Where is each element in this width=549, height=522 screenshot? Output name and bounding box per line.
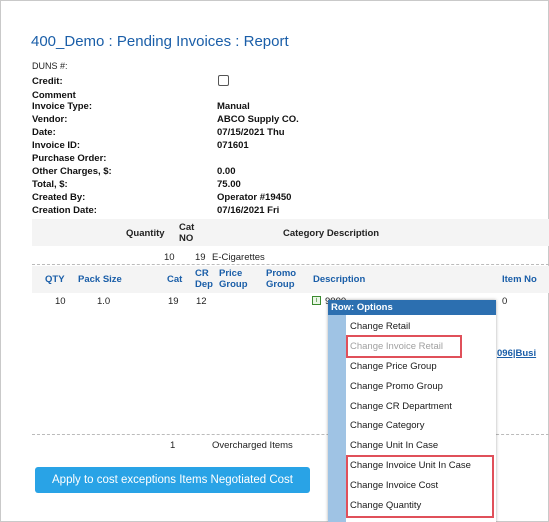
- quantity-header: Quantity: [126, 228, 165, 239]
- description-header[interactable]: Description: [313, 275, 365, 285]
- vendor-label: Vendor:: [32, 114, 68, 125]
- other-charges-value: 0.00: [217, 166, 236, 177]
- comment-label: Comment: [32, 90, 76, 101]
- cat-no-header-line2: NO: [179, 233, 194, 244]
- duns-label: DUNS #:: [32, 61, 68, 71]
- row-options-icon[interactable]: i: [312, 296, 321, 305]
- creation-date-label: Creation Date:: [32, 205, 97, 216]
- menu-item-change-category[interactable]: Change Category: [350, 420, 424, 431]
- category-description-header: Category Description: [283, 228, 380, 239]
- cr-dep-header-line1[interactable]: CR: [195, 269, 209, 279]
- created-by-label: Created By:: [32, 192, 86, 203]
- overcharged-count: 1: [170, 440, 176, 451]
- menu-item-change-unit-in-case[interactable]: Change Unit In Case: [350, 440, 438, 451]
- category-separator: [32, 264, 549, 265]
- purchase-order-label: Purchase Order:: [32, 153, 107, 164]
- invoice-type-label: Invoice Type:: [32, 101, 93, 112]
- item-cat: 19: [168, 296, 179, 307]
- invoice-id-label: Invoice ID:: [32, 140, 81, 151]
- invoice-type-value: Manual: [217, 101, 250, 112]
- overcharged-label: Overcharged Items: [212, 440, 293, 451]
- other-charges-label: Other Charges, $:: [32, 166, 112, 177]
- item-no-header[interactable]: Item No: [502, 275, 537, 285]
- category-table-header: Quantity Cat NO Category Description: [32, 219, 549, 246]
- total-label: Total, $:: [32, 179, 68, 190]
- category-cat-no: 19: [195, 252, 206, 263]
- promo-group-header-line2[interactable]: Group: [266, 280, 295, 290]
- credit-checkbox[interactable]: [218, 75, 229, 86]
- pack-size-header[interactable]: Pack Size: [78, 275, 122, 285]
- menu-gutter: [328, 315, 346, 522]
- category-description: E-Cigarettes: [212, 252, 265, 263]
- highlight-box-invoice-unit-cost-quantity: [346, 455, 494, 518]
- promo-group-header-line1[interactable]: Promo: [266, 269, 296, 279]
- menu-item-change-promo-group[interactable]: Change Promo Group: [350, 381, 443, 392]
- page-title: 400_Demo : Pending Invoices : Report: [31, 33, 289, 50]
- invoice-id-value: 071601: [217, 140, 249, 151]
- cat-header[interactable]: Cat: [167, 275, 182, 285]
- cat-no-header-line1: Cat: [179, 222, 195, 233]
- total-value: 75.00: [217, 179, 241, 190]
- created-by-value: Operator #19450: [217, 192, 292, 203]
- price-group-header-line1[interactable]: Price: [219, 269, 242, 279]
- date-value: 07/15/2021 Thu: [217, 127, 285, 138]
- date-label: Date:: [32, 127, 56, 138]
- items-table-header: QTY Pack Size Cat CR Dep Price Group Pro…: [32, 266, 549, 293]
- cr-dep-header-line2[interactable]: Dep: [195, 280, 213, 290]
- menu-item-change-retail[interactable]: Change Retail: [350, 321, 410, 332]
- row-options-menu: Row: Options Change Retail Change Invoic…: [328, 300, 496, 522]
- item-cr-dep: 12: [196, 296, 207, 307]
- credit-label: Credit:: [32, 76, 63, 87]
- item-qty: 10: [55, 296, 66, 307]
- price-group-header-line2[interactable]: Group: [219, 280, 248, 290]
- menu-item-change-cr-department[interactable]: Change CR Department: [350, 401, 452, 412]
- vendor-value: ABCO Supply CO.: [217, 114, 299, 125]
- qty-header[interactable]: QTY: [45, 275, 65, 285]
- category-quantity: 10: [164, 252, 175, 263]
- item-number: 0: [502, 296, 508, 307]
- menu-title: Row: Options: [328, 300, 496, 315]
- menu-item-change-price-group[interactable]: Change Price Group: [350, 361, 437, 372]
- highlight-box-invoice-retail: [346, 335, 462, 358]
- apply-cost-exceptions-button[interactable]: Apply to cost exceptions Items Negotiate…: [35, 467, 310, 493]
- item-link[interactable]: 096|Busi: [497, 348, 536, 359]
- creation-date-value: 07/16/2021 Fri: [217, 205, 280, 216]
- item-pack-size: 1.0: [97, 296, 111, 307]
